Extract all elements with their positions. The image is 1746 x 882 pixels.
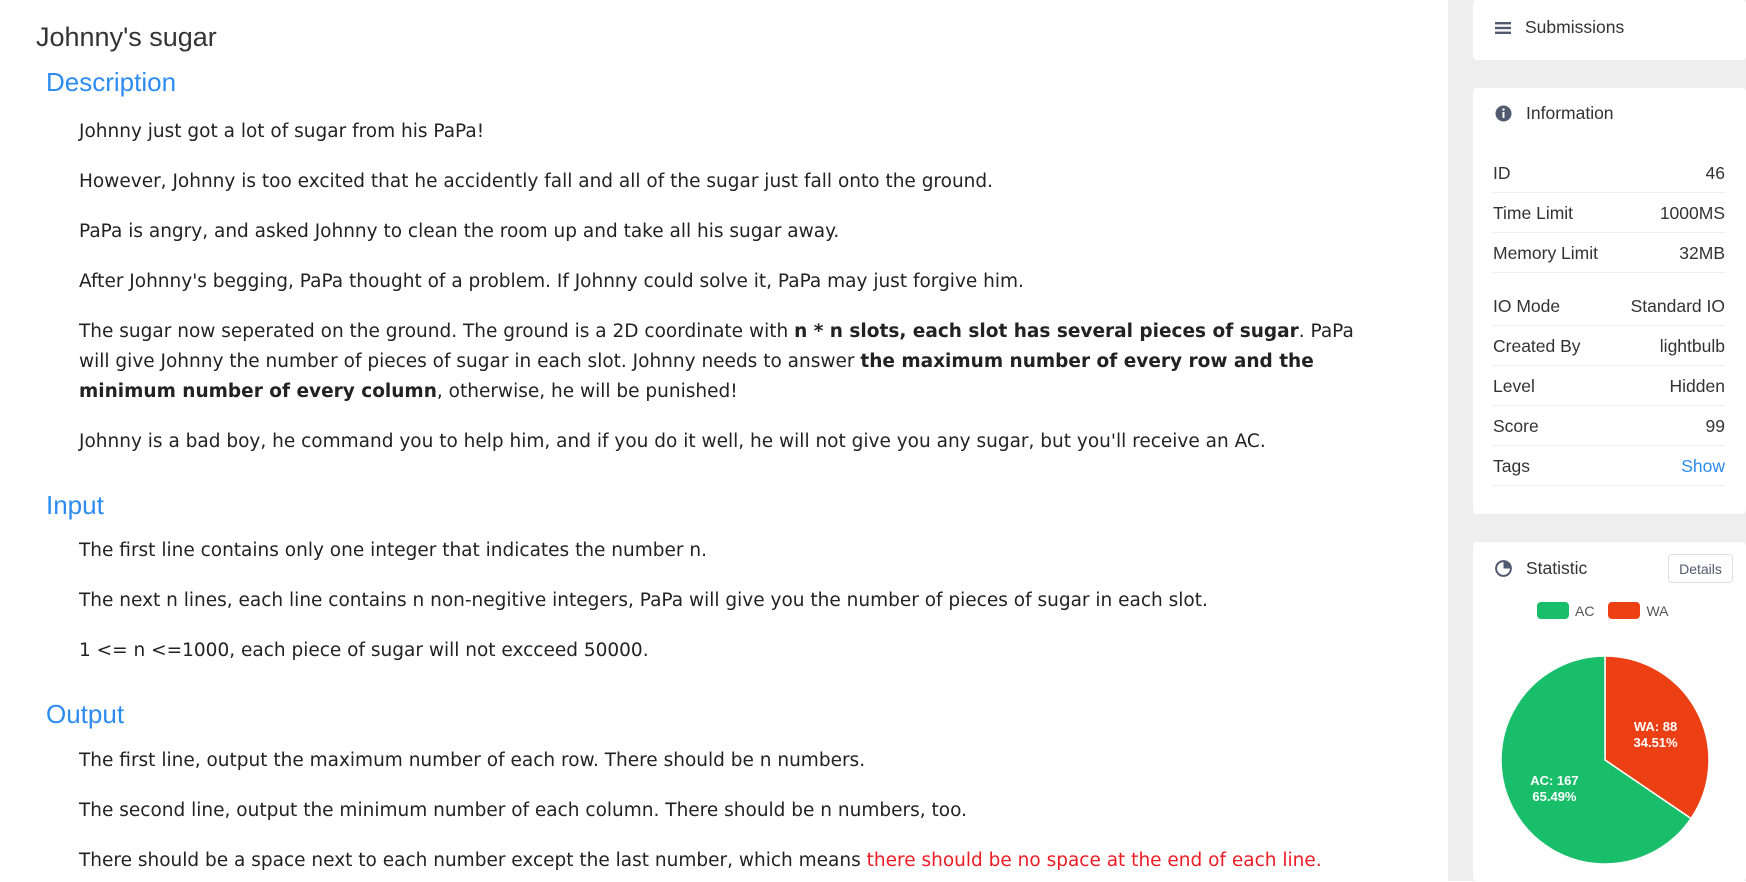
info-row-tags: Tags Show	[1493, 447, 1725, 486]
description-paragraph: Johnny is a bad boy, he command you to h…	[79, 431, 1266, 452]
pie-chart: WA: 8834.51% AC: 16765.49%	[1500, 655, 1710, 865]
list-icon	[1495, 21, 1511, 34]
output-paragraph: There should be a space next to each num…	[79, 846, 1379, 876]
show-tags-link[interactable]: Show	[1681, 456, 1725, 477]
legend-item-wa[interactable]: WA	[1608, 602, 1669, 619]
info-label: Score	[1493, 415, 1539, 436]
info-label: Level	[1493, 375, 1535, 396]
legend-swatch-wa	[1608, 602, 1641, 619]
output-paragraph: The first line, output the maximum numbe…	[79, 750, 866, 771]
info-row-id: ID 46	[1493, 154, 1725, 193]
info-value: 46	[1705, 162, 1725, 183]
info-row-io-mode: IO Mode Standard IO	[1493, 287, 1725, 326]
statistic-heading: Statistic	[1526, 558, 1588, 578]
submissions-button[interactable]: Submissions	[1495, 17, 1624, 38]
info-value: 99	[1705, 415, 1725, 436]
description-paragraph: The sugar now seperated on the ground. T…	[79, 317, 1379, 407]
details-button[interactable]: Details	[1668, 554, 1733, 583]
description-paragraph: After Johnny's begging, PaPa thought of …	[79, 271, 1024, 292]
info-label: Memory Limit	[1493, 242, 1599, 263]
pie-percent-ac: 65.49%	[1532, 789, 1577, 804]
legend-item-ac[interactable]: AC	[1537, 602, 1594, 619]
output-paragraph: The second line, output the minimum numb…	[79, 800, 967, 821]
bold-span: n * n slots, each slot has several piece…	[794, 321, 1299, 342]
info-label: Created By	[1493, 335, 1581, 356]
problem-main: Johnny's sugar Description Johnny just g…	[0, 0, 1448, 881]
info-label: Time Limit	[1493, 202, 1574, 223]
info-row-created-by: Created By lightbulb	[1493, 327, 1725, 366]
information-heading: Information	[1526, 103, 1614, 123]
submissions-label: Submissions	[1525, 17, 1625, 37]
description-paragraph: Johnny just got a lot of sugar from his …	[79, 121, 485, 142]
info-row-time-limit: Time Limit 1000MS	[1493, 194, 1725, 233]
info-label: Tags	[1493, 455, 1530, 476]
pie-label-wa: WA: 88	[1634, 719, 1677, 734]
info-value: 1000MS	[1659, 202, 1725, 223]
information-card: Information ID 46 Time Limit 1000MS Memo…	[1473, 88, 1746, 514]
info-value: Hidden	[1669, 375, 1725, 396]
legend-swatch-ac	[1537, 602, 1569, 619]
info-label: ID	[1493, 162, 1511, 183]
info-value: 32MB	[1679, 242, 1725, 263]
info-value: lightbulb	[1659, 335, 1725, 356]
pie-label-ac: AC: 167	[1530, 773, 1578, 788]
pie-chart-icon	[1495, 560, 1512, 577]
statistic-card: Statistic Details AC WA WA: 88 34.51% AC: …	[1473, 542, 1746, 881]
highlight-span: there should be no space at the end of e…	[866, 850, 1322, 871]
input-paragraph: The first line contains only one integer…	[79, 540, 707, 561]
pie-percent-wa: 34.51%	[1634, 735, 1679, 750]
problem-title: Johnny's sugar	[36, 22, 217, 52]
info-row-memory-limit: Memory Limit 32MB	[1493, 234, 1725, 273]
info-value: Standard IO	[1630, 295, 1725, 316]
input-paragraph: The next n lines, each line contains n n…	[79, 590, 1208, 611]
output-heading: Output	[46, 699, 125, 729]
info-icon	[1495, 105, 1512, 122]
input-heading: Input	[46, 490, 104, 520]
description-heading: Description	[46, 67, 177, 97]
legend-label-ac: AC	[1575, 602, 1595, 619]
statistic-header: Statistic	[1495, 558, 1587, 579]
info-label: IO Mode	[1493, 295, 1561, 316]
information-header: Information	[1495, 103, 1614, 124]
legend-label-wa: WA	[1646, 602, 1669, 619]
description-paragraph: PaPa is angry, and asked Johnny to clean…	[79, 221, 840, 242]
text-span: , otherwise, he will be punished!	[436, 381, 738, 402]
text-span: The sugar now seperated on the ground. T…	[79, 321, 795, 342]
submissions-card[interactable]: Submissions	[1473, 0, 1746, 60]
chart-legend: AC WA	[1537, 602, 1683, 619]
input-paragraph: 1 <= n <=1000, each piece of sugar will …	[79, 640, 649, 661]
description-paragraph: However, Johnny is too excited that he a…	[79, 171, 994, 192]
info-row-level: Level Hidden	[1493, 367, 1725, 406]
text-span: There should be a space next to each num…	[79, 850, 867, 871]
info-row-score: Score 99	[1493, 407, 1725, 446]
